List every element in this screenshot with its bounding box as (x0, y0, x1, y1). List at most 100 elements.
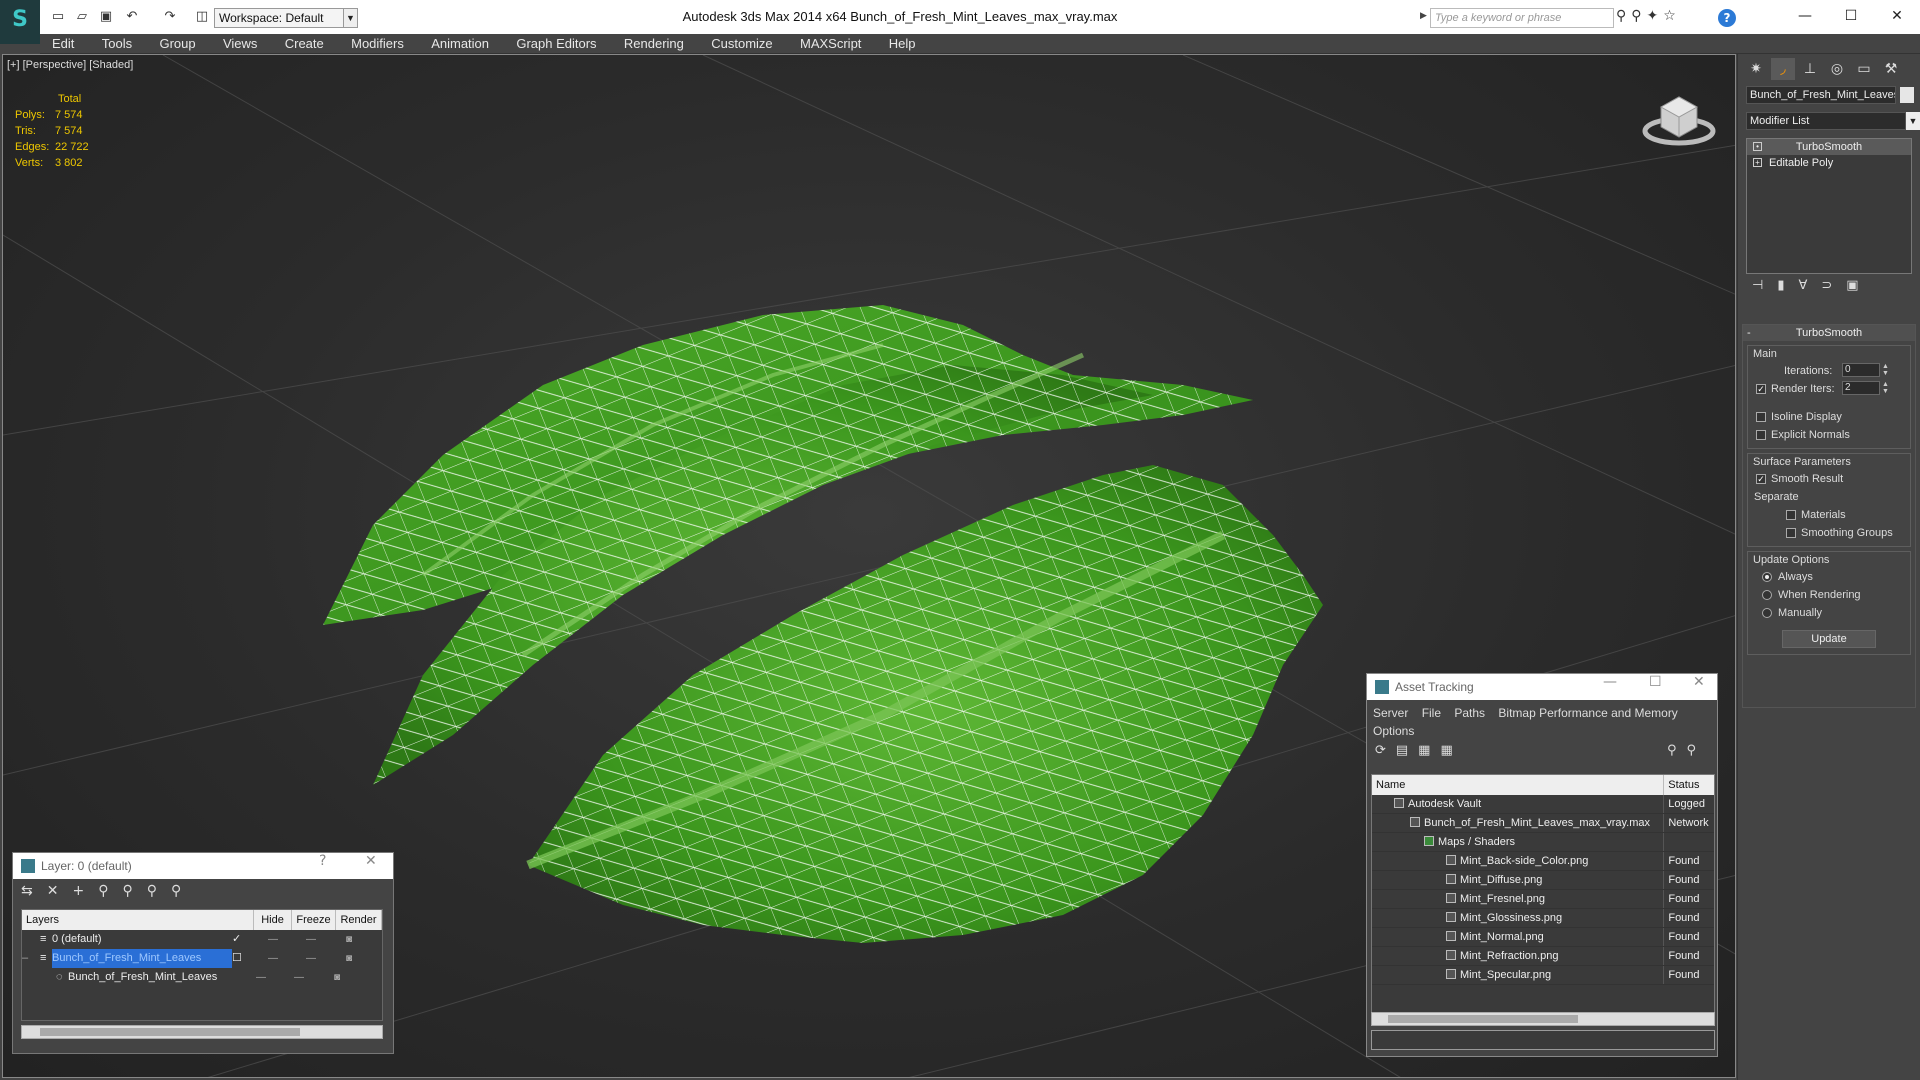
new-file-icon[interactable]: ▭ (48, 8, 68, 26)
rollout-header[interactable]: - TurboSmooth (1743, 325, 1915, 341)
menu-server[interactable]: Server (1373, 706, 1408, 720)
menu-modifiers[interactable]: Modifiers (339, 34, 416, 54)
render-toggle[interactable]: ◙ (330, 930, 368, 949)
layer-window-titlebar[interactable]: Layer: 0 (default) ? ✕ (13, 853, 393, 879)
spinner-arrows-icon[interactable]: ▲ ▼ (1882, 381, 1890, 395)
display-tab-icon[interactable]: ▭ (1852, 58, 1876, 80)
asset-row[interactable]: Mint_Specular.png Found (1372, 966, 1714, 985)
menu-maxscript[interactable]: MAXScript (788, 34, 873, 54)
stack-item-turbosmooth[interactable]: • TurboSmooth (1747, 139, 1911, 155)
workspace-dropdown[interactable]: Workspace: Default (214, 8, 344, 28)
redo-icon[interactable]: ↷ (160, 8, 180, 26)
update-manually-radio[interactable] (1762, 608, 1772, 618)
menu-help[interactable]: Help (877, 34, 928, 54)
app-menu-button[interactable]: S (0, 0, 40, 44)
materials-checkbox[interactable] (1786, 510, 1796, 520)
freeze-toggle[interactable]: — (292, 949, 330, 968)
asset-row[interactable]: Mint_Glossiness.png Found (1372, 909, 1714, 928)
scrollbar-thumb[interactable] (40, 1028, 300, 1036)
layer-name[interactable]: 0 (default) (52, 930, 232, 949)
minimize-icon[interactable]: — (1603, 674, 1617, 690)
stack-item-editable-poly[interactable]: + Editable Poly (1747, 155, 1911, 171)
smoothing-groups-checkbox[interactable] (1786, 528, 1796, 538)
render-toggle[interactable]: ◙ (330, 949, 368, 968)
asset-row[interactable]: Autodesk Vault Logged (1372, 795, 1714, 814)
minimize-button[interactable]: — (1782, 4, 1828, 28)
column-freeze[interactable]: Freeze (292, 910, 336, 930)
menu-views[interactable]: Views (211, 34, 269, 54)
asset-path-field[interactable] (1371, 1030, 1715, 1050)
modifier-list-dropdown[interactable]: Modifier List (1746, 112, 1906, 130)
explicit-normals-checkbox[interactable] (1756, 430, 1766, 440)
hide-toggle[interactable]: — (254, 949, 292, 968)
menu-tools[interactable]: Tools (90, 34, 144, 54)
layer-row[interactable]: ≡ 0 (default) ✓ — — ◙ (22, 930, 382, 949)
hide-toggle[interactable]: — (254, 930, 292, 949)
maximize-button[interactable]: ☐ (1828, 4, 1874, 28)
menu-paths[interactable]: Paths (1454, 706, 1485, 720)
asset-row[interactable]: Bunch_of_Fresh_Mint_Leaves_max_vray.max N… (1372, 814, 1714, 833)
menu-animation[interactable]: Animation (419, 34, 501, 54)
freeze-toggle[interactable]: — (280, 968, 318, 987)
help-icon[interactable]: ⚲⚲ (1667, 743, 1706, 758)
mint-leaves-mesh[interactable] (323, 305, 1323, 943)
render-iters-checkbox[interactable]: ✓ (1756, 384, 1766, 394)
motion-tab-icon[interactable]: ◎ (1825, 58, 1849, 80)
layer-toolbar[interactable]: ⇆✕+⚲⚲⚲⚲ (13, 879, 393, 903)
create-tab-icon[interactable]: ✷ (1744, 58, 1768, 80)
help-icon[interactable]: ? (1718, 9, 1736, 27)
menu-customize[interactable]: Customize (699, 34, 784, 54)
modify-tab-icon[interactable]: ◞ (1771, 58, 1795, 80)
open-file-icon[interactable]: ▱ (72, 8, 92, 26)
update-button[interactable]: Update (1782, 630, 1876, 648)
spinner-arrows-icon[interactable]: ▲ ▼ (1882, 363, 1890, 377)
menu-create[interactable]: Create (273, 34, 336, 54)
undo-icon[interactable]: ↶ (122, 8, 142, 26)
viewcube-icon[interactable] (1639, 77, 1719, 157)
current-layer-box-icon[interactable]: ☐ (232, 949, 254, 968)
object-name-field[interactable]: Bunch_of_Fresh_Mint_Leaves (1746, 86, 1896, 104)
close-icon[interactable]: ✕ (1693, 674, 1705, 690)
layer-name-selected[interactable]: Bunch_of_Fresh_Mint_Leaves (52, 949, 232, 968)
smooth-result-checkbox[interactable]: ✓ (1756, 474, 1766, 484)
object-row[interactable]: ◌ Bunch_of_Fresh_Mint_Leaves — — ◙ (22, 968, 382, 987)
hide-toggle[interactable]: — (242, 968, 280, 987)
chevron-down-icon[interactable]: ▼ (344, 8, 358, 28)
utilities-tab-icon[interactable]: ⚒ (1879, 58, 1903, 80)
column-name[interactable]: Name (1372, 775, 1665, 795)
render-iters-spinner[interactable]: 2 (1842, 381, 1880, 395)
search-input[interactable]: Type a keyword or phrase (1430, 8, 1614, 28)
asset-row[interactable]: Mint_Diffuse.png Found (1372, 871, 1714, 890)
close-icon[interactable]: ✕ (365, 853, 377, 869)
menu-rendering[interactable]: Rendering (612, 34, 696, 54)
asset-window-titlebar[interactable]: Asset Tracking — ☐ ✕ (1367, 674, 1717, 700)
viewport-label[interactable]: [+] [Perspective] [Shaded] (7, 59, 133, 71)
asset-row[interactable]: Mint_Refraction.png Found (1372, 947, 1714, 966)
asset-row[interactable]: Mint_Normal.png Found (1372, 928, 1714, 947)
checkmark-icon[interactable]: ✓ (232, 930, 254, 949)
update-when-rendering-radio[interactable] (1762, 590, 1772, 600)
column-layers[interactable]: Layers (22, 910, 254, 930)
hierarchy-tab-icon[interactable]: ⊥ (1798, 58, 1822, 80)
horizontal-scrollbar[interactable] (21, 1025, 383, 1039)
asset-row[interactable]: Mint_Back-side_Color.png Found (1372, 852, 1714, 871)
infocenter-tools[interactable]: ⚲⚲✦☆ (1616, 8, 1681, 28)
expand-plus-icon[interactable]: + (1753, 158, 1762, 167)
menu-bitmap-performance[interactable]: Bitmap Performance and Memory (1498, 706, 1677, 720)
column-render[interactable]: Render (336, 910, 382, 930)
maximize-icon[interactable]: ☐ (1649, 674, 1662, 690)
iterations-spinner[interactable]: 0 (1842, 363, 1880, 377)
column-hide[interactable]: Hide (254, 910, 292, 930)
column-status[interactable]: Status (1664, 775, 1714, 795)
project-folder-icon[interactable]: ◫ (192, 8, 212, 26)
asset-toolbar[interactable]: ⟳▤▦▦ ⚲⚲ (1367, 740, 1717, 762)
asset-row[interactable]: Mint_Fresnel.png Found (1372, 890, 1714, 909)
update-always-radio[interactable] (1762, 572, 1772, 582)
lightbulb-icon[interactable]: • (1753, 142, 1762, 151)
render-toggle[interactable]: ◙ (318, 968, 356, 987)
close-button[interactable]: ✕ (1874, 4, 1920, 28)
freeze-toggle[interactable]: — (292, 930, 330, 949)
help-icon[interactable]: ? (319, 853, 326, 869)
menu-graph-editors[interactable]: Graph Editors (504, 34, 608, 54)
horizontal-scrollbar[interactable] (1371, 1012, 1715, 1026)
